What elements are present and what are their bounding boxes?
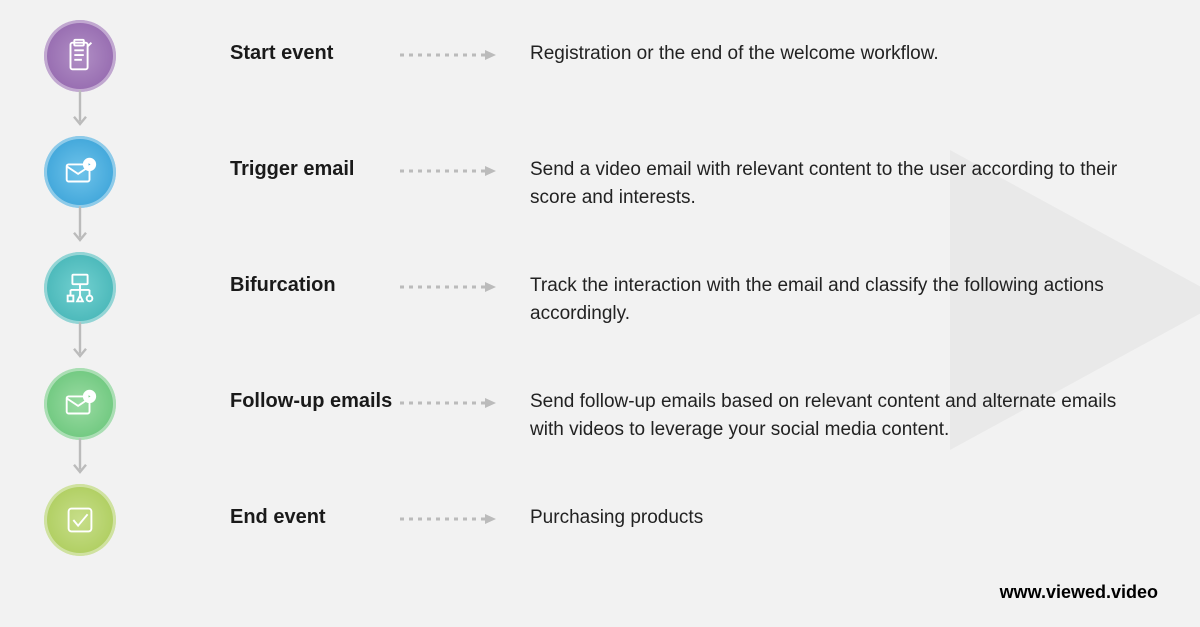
dotted-arrow-icon xyxy=(400,512,500,526)
email-play-icon xyxy=(44,368,116,440)
arrow-down-icon xyxy=(68,208,92,244)
step-row: End event Purchasing products xyxy=(40,484,1160,556)
email-play-icon xyxy=(44,136,116,208)
step-label: End event xyxy=(120,484,400,529)
arrow-down-icon xyxy=(68,324,92,360)
arrow-down-icon xyxy=(68,92,92,128)
step-label: Start event xyxy=(120,20,400,65)
clipboard-icon xyxy=(44,20,116,92)
step-description: Track the interaction with the email and… xyxy=(530,252,1160,327)
step-row: Start event Registration or the end of t… xyxy=(40,20,1160,128)
footer-url: www.viewed.video xyxy=(1000,582,1158,603)
step-row: Bifurcation Track the interaction with t… xyxy=(40,252,1160,360)
step-label: Bifurcation xyxy=(120,252,400,297)
check-icon xyxy=(44,484,116,556)
dotted-arrow-icon xyxy=(400,48,500,62)
step-label: Follow-up emails xyxy=(120,368,400,413)
step-row: Follow-up emails Send follow-up emails b… xyxy=(40,368,1160,476)
step-label: Trigger email xyxy=(120,136,400,181)
step-description: Registration or the end of the welcome w… xyxy=(530,20,1160,68)
step-description: Send a video email with relevant content… xyxy=(530,136,1160,211)
step-description: Purchasing products xyxy=(530,484,1160,532)
step-row: Trigger email Send a video email with re… xyxy=(40,136,1160,244)
workflow-diagram: Start event Registration or the end of t… xyxy=(0,0,1200,584)
dotted-arrow-icon xyxy=(400,164,500,178)
dotted-arrow-icon xyxy=(400,280,500,294)
branch-icon xyxy=(44,252,116,324)
dotted-arrow-icon xyxy=(400,396,500,410)
step-description: Send follow-up emails based on relevant … xyxy=(530,368,1160,443)
arrow-down-icon xyxy=(68,440,92,476)
